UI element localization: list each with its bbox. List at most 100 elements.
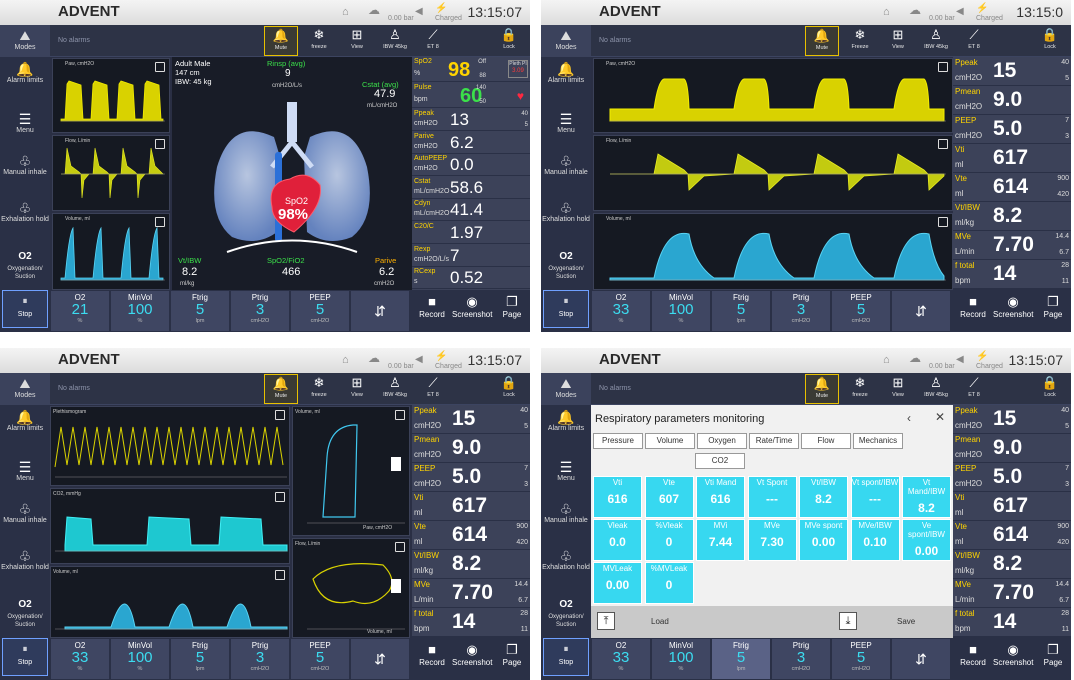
exhalation-hold-button[interactable]: ♧ Exhalation hold: [0, 200, 50, 224]
pleth-waveform[interactable]: Plethismogram: [50, 406, 290, 486]
setting-o2[interactable]: O2 33%: [51, 639, 110, 679]
ibw-button[interactable]: ♙ IBW 45kg: [378, 26, 412, 56]
menu-button[interactable]: ☰ Menu: [541, 459, 591, 483]
alarm-limits-button[interactable]: 🔔 Alarm limits: [541, 61, 591, 85]
tab-oxygen[interactable]: Oxygen: [697, 433, 747, 449]
record-button[interactable]: ■ Record: [953, 642, 993, 667]
co2-waveform[interactable]: CO2, mmHg: [50, 488, 290, 564]
et-button[interactable]: ⟋ ET 8: [957, 26, 991, 56]
ibw-button[interactable]: ♙ IBW 45kg: [378, 374, 412, 404]
setting-minvol[interactable]: MinVol 100%: [111, 639, 170, 679]
flow-waveform[interactable]: Flow, L/min: [52, 135, 170, 211]
tab-flow[interactable]: Flow: [801, 433, 851, 449]
setting-ftrig[interactable]: Ftrig 5 lpm: [171, 291, 230, 331]
flow-waveform[interactable]: Flow, L/min: [593, 135, 953, 211]
manual-inhale-button[interactable]: ♧ Manual inhale: [0, 153, 50, 177]
modes-button[interactable]: ⛰ Modes: [541, 373, 591, 405]
settings-sliders-button[interactable]: ⇵: [351, 291, 410, 331]
oxygenation-suction-button[interactable]: O2 Oxygenation/ Suction: [541, 249, 591, 281]
mute-button[interactable]: 🔔 Mute: [264, 374, 298, 404]
setting-ftrig[interactable]: Ftrig 5 lpm: [712, 291, 771, 331]
stop-button[interactable]: ⏸ Stop: [2, 290, 48, 328]
screenshot-button[interactable]: ◉ Screenshot: [452, 642, 492, 667]
alarm-limits-button[interactable]: 🔔 Alarm limits: [541, 409, 591, 433]
setting-o2[interactable]: O2 21%: [51, 291, 110, 331]
volume-waveform[interactable]: Volume, ml: [50, 566, 290, 638]
setting-peep[interactable]: PEEP 5 cmH2O: [291, 639, 350, 679]
page-button[interactable]: ❐ Page: [492, 642, 530, 667]
modes-button[interactable]: ⛰ Modes: [0, 373, 50, 405]
view-button[interactable]: ⊞ View: [881, 374, 915, 404]
oxygenation-suction-button[interactable]: O2 Oxygenation/ Suction: [541, 597, 591, 629]
page-button[interactable]: ❐ Page: [492, 294, 530, 319]
setting-ftrig[interactable]: Ftrig 5 lpm: [712, 639, 771, 679]
tab-volume[interactable]: Volume: [645, 433, 695, 449]
modes-button[interactable]: ⛰ Modes: [0, 25, 50, 57]
et-button[interactable]: ⟋ ET 8: [416, 26, 450, 56]
setting-ftrig[interactable]: Ftrig 5 lpm: [171, 639, 230, 679]
record-button[interactable]: ■ Record: [953, 294, 993, 319]
settings-sliders-button[interactable]: ⇵: [892, 639, 951, 679]
settings-sliders-button[interactable]: ⇵: [351, 639, 410, 679]
tab-mechanics[interactable]: Mechanics: [853, 433, 903, 449]
mute-button[interactable]: 🔔 Mute: [805, 374, 839, 404]
lock-button[interactable]: 🔒 Lock: [492, 374, 526, 404]
volume-waveform[interactable]: Volume, ml: [52, 213, 170, 290]
record-button[interactable]: ■ Record: [412, 642, 452, 667]
pressure-waveform[interactable]: Paw, cmH2O: [593, 58, 953, 133]
setting-minvol[interactable]: MinVol 100%: [652, 639, 711, 679]
manual-inhale-button[interactable]: ♧ Manual inhale: [0, 501, 50, 525]
view-button[interactable]: ⊞ View: [881, 26, 915, 56]
menu-button[interactable]: ☰ Menu: [0, 459, 50, 483]
menu-button[interactable]: ☰ Menu: [0, 111, 50, 135]
setting-peep[interactable]: PEEP 5 cmH2O: [291, 291, 350, 331]
view-button[interactable]: ⊞ View: [340, 26, 374, 56]
freeze-button[interactable]: ❄ freeze: [843, 374, 877, 404]
setting-ptrig[interactable]: Ptrig 3 cmH2O: [772, 639, 831, 679]
setting-o2[interactable]: O2 33%: [592, 639, 651, 679]
et-button[interactable]: ⟋ ET 8: [957, 374, 991, 404]
setting-peep[interactable]: PEEP 5 cmH2O: [832, 639, 891, 679]
alarm-limits-button[interactable]: 🔔 Alarm limits: [0, 61, 50, 85]
ibw-button[interactable]: ♙ IBW 45kg: [919, 26, 953, 56]
mute-button[interactable]: 🔔 Mute: [264, 26, 298, 56]
tab-rate-time[interactable]: Rate/Time: [749, 433, 799, 449]
page-button[interactable]: ❐ Page: [1033, 642, 1071, 667]
page-button[interactable]: ❐ Page: [1033, 294, 1071, 319]
screenshot-button[interactable]: ◉ Screenshot: [452, 294, 492, 319]
freeze-button[interactable]: ❄ freeze: [302, 374, 336, 404]
setting-o2[interactable]: O2 33%: [592, 291, 651, 331]
exhalation-hold-button[interactable]: ♧ Exhalation hold: [0, 548, 50, 572]
setting-ptrig[interactable]: Ptrig 3 cmH2O: [231, 639, 290, 679]
flow-volume-loop[interactable]: Flow, L/min Volume, ml: [292, 538, 410, 638]
screenshot-button[interactable]: ◉ Screenshot: [993, 642, 1033, 667]
alarm-limits-button[interactable]: 🔔 Alarm limits: [0, 409, 50, 433]
modes-button[interactable]: ⛰ Modes: [541, 25, 591, 57]
freeze-button[interactable]: ❄ Freeze: [843, 26, 877, 56]
tab-co2[interactable]: CO2: [695, 453, 745, 469]
volume-waveform[interactable]: Volume, ml: [593, 213, 953, 290]
screenshot-button[interactable]: ◉ Screenshot: [993, 294, 1033, 319]
freeze-button[interactable]: ❄ freeze: [302, 26, 336, 56]
exhalation-hold-button[interactable]: ♧ Exhalation hold: [541, 200, 591, 224]
ibw-button[interactable]: ♙ IBW 45kg: [919, 374, 953, 404]
exhalation-hold-button[interactable]: ♧ Exhalation hold: [541, 548, 591, 572]
pressure-waveform[interactable]: Paw, cmH2O: [52, 58, 170, 133]
manual-inhale-button[interactable]: ♧ Manual inhale: [541, 153, 591, 177]
stop-button[interactable]: ⏸ Stop: [543, 638, 589, 676]
close-icon[interactable]: ✕: [935, 410, 945, 424]
lock-button[interactable]: 🔒 Lock: [1033, 374, 1067, 404]
oxygenation-suction-button[interactable]: O2 Oxygenation/ Suction: [0, 249, 50, 281]
settings-sliders-button[interactable]: ⇵: [892, 291, 951, 331]
back-icon[interactable]: ‹: [907, 411, 911, 425]
save-button[interactable]: ⤓: [839, 612, 857, 630]
menu-button[interactable]: ☰ Menu: [541, 111, 591, 135]
setting-ptrig[interactable]: Ptrig 3 cmH2O: [231, 291, 290, 331]
setting-minvol[interactable]: MinVol 100%: [652, 291, 711, 331]
setting-ptrig[interactable]: Ptrig 3 cmH2O: [772, 291, 831, 331]
manual-inhale-button[interactable]: ♧ Manual inhale: [541, 501, 591, 525]
tab-pressure[interactable]: Pressure: [593, 433, 643, 449]
setting-minvol[interactable]: MinVol 100%: [111, 291, 170, 331]
pressure-volume-loop[interactable]: Volume, ml Paw, cmH2O: [292, 406, 410, 536]
et-button[interactable]: ⟋ ET 8: [416, 374, 450, 404]
